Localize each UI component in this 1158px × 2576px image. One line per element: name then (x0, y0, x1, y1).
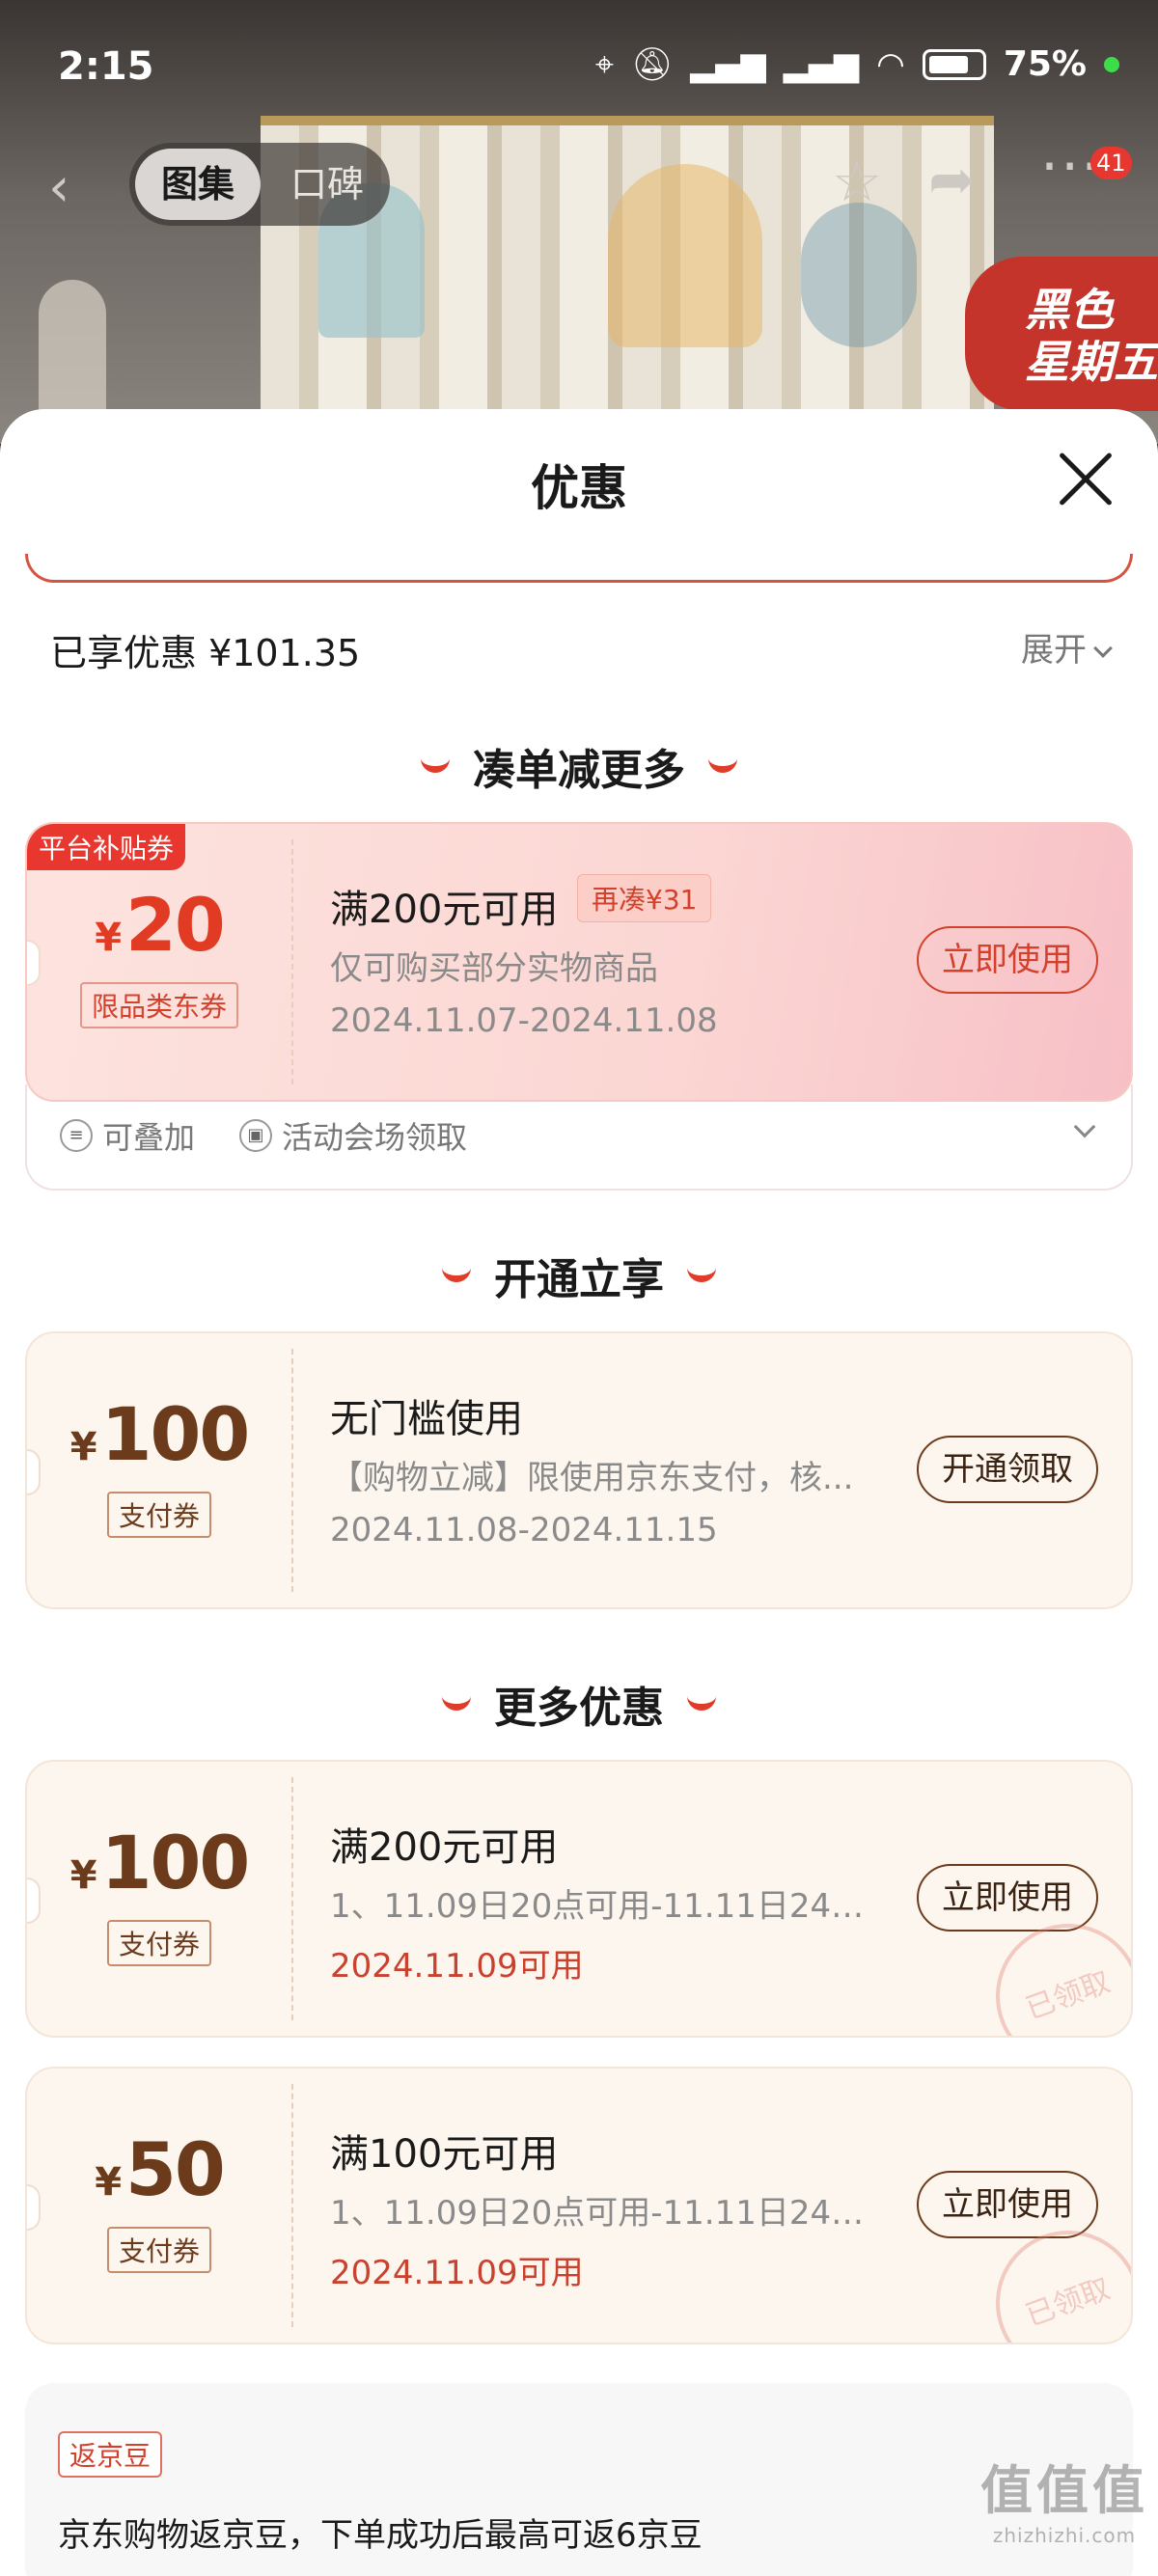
status-time: 2:15 (58, 44, 154, 89)
stackable-label: 可叠加 (102, 1119, 196, 1156)
promo-flag-line1: 黑色 (1025, 284, 1114, 336)
message-badge: 41 (1090, 147, 1132, 179)
battery-icon (922, 48, 986, 80)
status-bar: 2:15 ⌖ 🔕︎ ▂▄▆ ▂▄▆ ◠ 75% (0, 0, 1158, 135)
section-title-combine: 凑单减更多 (0, 735, 1158, 797)
coupon-subtitle: 仅可购买部分实物商品 (330, 949, 658, 988)
jd-beans-panel: 返京豆 京东购物返京豆，下单成功后最高可返6京豆 (25, 2383, 1133, 2576)
section-title-activate: 开通立享 (0, 1245, 1158, 1306)
jd-beans-tag: 返京豆 (58, 2431, 163, 2478)
coupon-date: 2024.11.09可用 (330, 1947, 584, 1986)
sheet-title: 优惠 (531, 460, 627, 516)
coupon-card[interactable]: ¥50 支付券 满100元可用 1、11.09日20点可用-11.11日24点.… (25, 2067, 1133, 2344)
coupon-date: 2024.11.09可用 (330, 2254, 584, 2292)
coupon-card[interactable]: 平台补贴券 ¥20 限品类东券 满200元可用 再凑¥31 仅可购买部分实物商品… (25, 822, 1133, 1102)
coupon-type-tag: 支付券 (106, 2227, 212, 2273)
coupon-title: 满100元可用 (330, 2132, 559, 2177)
watermark-main: 值值值 (980, 2460, 1148, 2521)
smile-icon (687, 1695, 716, 1711)
use-now-button[interactable]: 立即使用 (917, 926, 1098, 994)
wifi-icon: ◠ (876, 44, 905, 84)
coupon-footer[interactable]: ≡ 可叠加 ▣ 活动会场领取 (25, 1084, 1133, 1191)
enjoyed-discount: 已享优惠 ¥101.35 (50, 632, 361, 674)
signal-2-icon: ▂▄▆ (783, 44, 860, 84)
status-dot-icon (1104, 56, 1119, 72)
coupon-subtitle: 1、11.09日20点可用-11.11日24点... (330, 1887, 890, 1926)
coupon-type-tag: 支付券 (106, 1920, 212, 1966)
tab-reviews[interactable]: 口碑 (274, 149, 380, 220)
location-icon: ⌖ (594, 44, 615, 84)
coupon-subtitle: 1、11.09日20点可用-11.11日24点... (330, 2194, 890, 2233)
coupon-type-tag: 限品类东券 (79, 982, 239, 1028)
black-friday-flag[interactable]: 黑色 星期五 (965, 257, 1158, 411)
share-icon[interactable]: ➦ (928, 147, 976, 212)
section-title-more: 更多优惠 (0, 1673, 1158, 1735)
smile-icon (708, 757, 737, 773)
status-icons: ⌖ 🔕︎ ▂▄▆ ▂▄▆ ◠ 75% (595, 44, 1119, 84)
media-tab-switch: 图集 口碑 (129, 143, 390, 226)
coupon-title: 无门槛使用 (330, 1397, 523, 1441)
chevron-down-icon[interactable] (1073, 1115, 1096, 1138)
coupon-title: 满200元可用 (330, 1825, 559, 1870)
jd-beans-text: 京东购物返京豆，下单成功后最高可返6京豆 (58, 2516, 703, 2555)
signal-icon: ▂▄▆ (690, 44, 766, 84)
previous-card-edge (25, 554, 1133, 583)
expand-button[interactable]: 展开 (1021, 623, 1113, 671)
section-title-text: 凑单减更多 (473, 746, 685, 795)
coupon-card[interactable]: ¥100 支付券 无门槛使用 【购物立减】限使用京东支付，核... 2024.1… (25, 1331, 1133, 1609)
battery-percent: 75% (1003, 44, 1087, 84)
smile-icon (442, 1267, 471, 1282)
ticket-icon: ▣ (239, 1119, 272, 1152)
discount-sheet: 优惠 已享优惠 ¥101.35 展开 凑单减更多 平台补贴券 ¥20 限品类东券… (0, 409, 1158, 2576)
section-title-text: 开通立享 (494, 1255, 664, 1304)
coupon-type-tag: 支付券 (106, 1492, 212, 1538)
close-icon[interactable] (1052, 446, 1119, 513)
coupon-title: 满200元可用 (330, 888, 559, 932)
activate-claim-button[interactable]: 开通领取 (917, 1436, 1098, 1503)
use-now-button[interactable]: 立即使用 (917, 1864, 1098, 1932)
tab-gallery[interactable]: 图集 (135, 149, 261, 220)
watermark-sub: zhizhizhi.com (992, 2524, 1137, 2547)
expand-label: 展开 (1021, 631, 1087, 670)
coupon-card[interactable]: ¥100 支付券 满200元可用 1、11.09日20点可用-11.11日24点… (25, 1760, 1133, 2038)
source-label: 活动会场领取 (282, 1119, 468, 1156)
smile-icon (421, 757, 450, 773)
promo-flag-line2: 星期五 (1025, 336, 1158, 388)
product-nav-bar: ‹ 图集 口碑 ☆ ➦ ··· 41 (0, 133, 1158, 230)
smile-icon (442, 1695, 471, 1711)
chevron-down-icon (1093, 639, 1113, 658)
site-watermark: 值值值 zhizhizhi.com (980, 2448, 1148, 2547)
chevron-left-icon[interactable]: ‹ (48, 156, 69, 219)
stack-icon: ≡ (60, 1119, 93, 1152)
section-title-text: 更多优惠 (494, 1684, 664, 1733)
mute-icon: 🔕︎ (631, 44, 674, 84)
use-now-button[interactable]: 立即使用 (917, 2171, 1098, 2238)
smile-icon (687, 1267, 716, 1282)
coupon-date: 2024.11.07-2024.11.08 (330, 1001, 718, 1040)
star-icon[interactable]: ☆ (832, 149, 882, 214)
coupon-date: 2024.11.08-2024.11.15 (330, 1511, 718, 1549)
coupon-subtitle: 【购物立减】限使用京东支付，核... (330, 1459, 854, 1497)
top-up-tag: 再凑¥31 (577, 874, 712, 922)
